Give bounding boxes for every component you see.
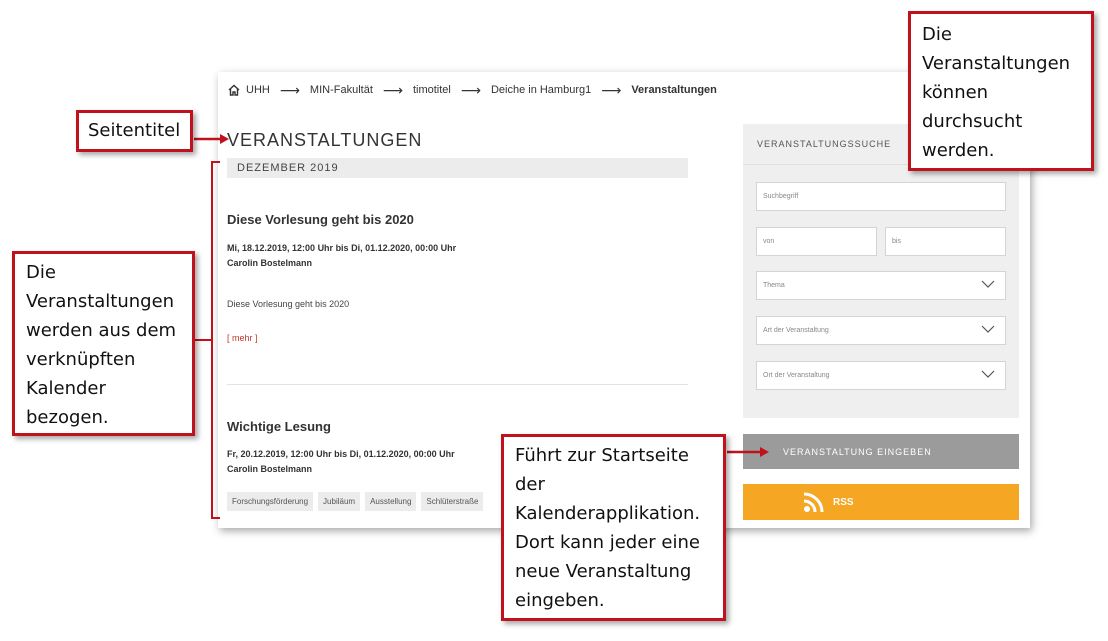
- title-arrow: [194, 134, 229, 144]
- callout-calendar: Die Veranstaltungen werden aus dem verkn…: [12, 251, 195, 436]
- callout-line: Kalender: [26, 378, 106, 399]
- callout-line: Veranstaltungen: [26, 291, 175, 312]
- callout-line: werden.: [922, 140, 995, 161]
- callout-line: Veranstaltungen: [922, 53, 1071, 74]
- callout-line: können: [922, 82, 989, 103]
- callout-search: Die Veranstaltungen können durchsucht we…: [908, 11, 1094, 171]
- callout-line: Die: [922, 24, 952, 45]
- callout-line: der: [515, 474, 545, 495]
- callout-page-title: Seitentitel: [76, 110, 193, 152]
- callout-line: neue Veranstaltung: [515, 561, 692, 582]
- callout-line: Die: [26, 262, 56, 283]
- callout-line: durchsucht: [922, 111, 1023, 132]
- callout-line: werden aus dem: [26, 320, 177, 341]
- submit-arrow: [727, 447, 769, 457]
- callout-line: Seitentitel: [88, 120, 181, 141]
- callout-line: bezogen.: [26, 407, 109, 428]
- callout-line: eingeben.: [515, 590, 605, 611]
- calendar-bracket: [195, 161, 220, 519]
- callout-line: verknüpften: [26, 349, 136, 370]
- callout-line: Kalenderapplikation.: [515, 503, 701, 524]
- callout-line: Führt zur Startseite: [515, 445, 689, 466]
- callout-submit: Führt zur Startseite der Kalenderapplika…: [501, 434, 726, 621]
- callout-line: Dort kann jeder eine: [515, 532, 700, 553]
